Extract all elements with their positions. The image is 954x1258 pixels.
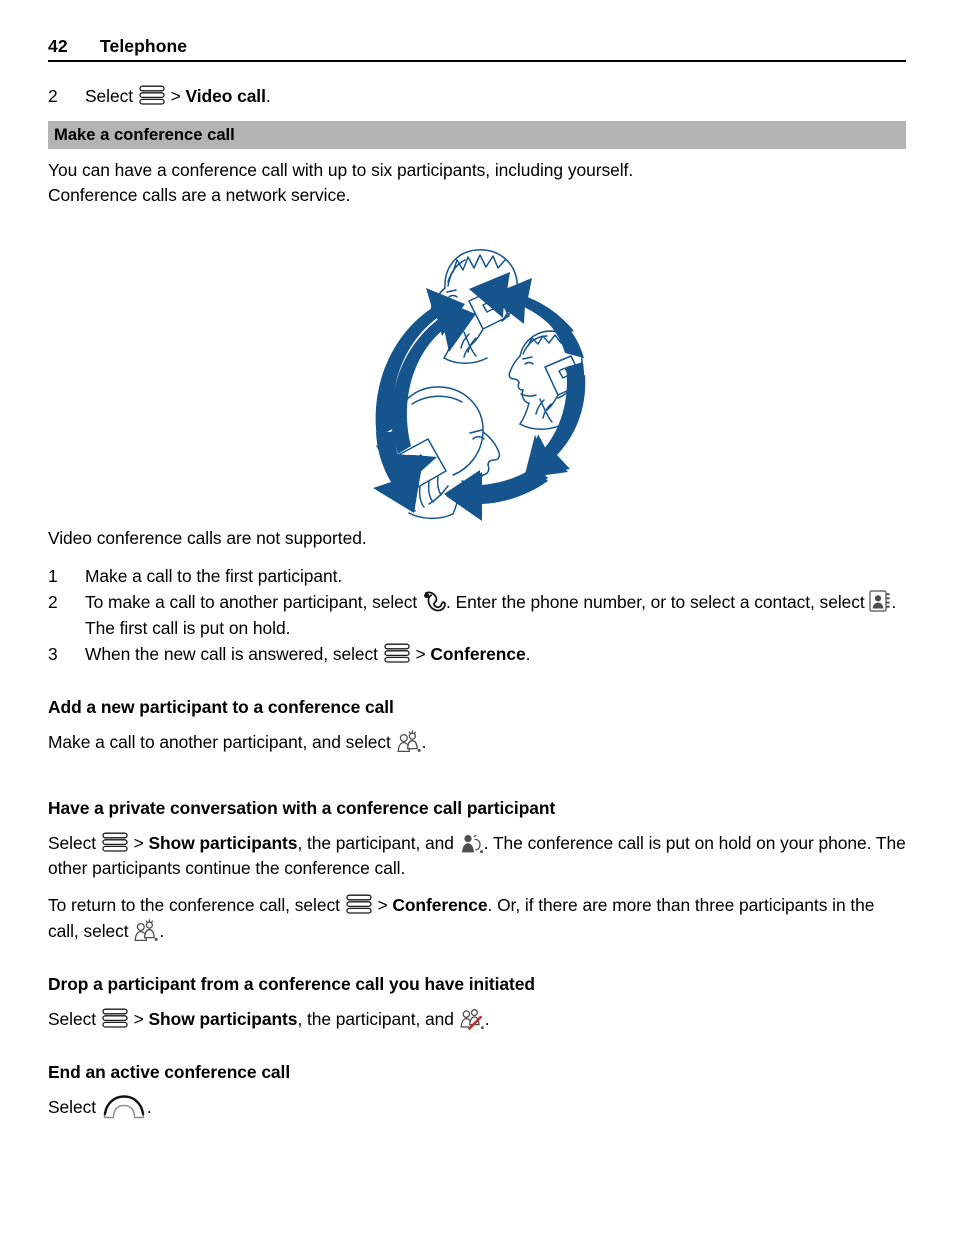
step-text-part-3: .	[525, 644, 531, 664]
contact-card-icon[interactable]	[869, 589, 891, 613]
step-video-call: 2 Select > Video call.	[48, 83, 906, 109]
menu-icon[interactable]	[138, 84, 166, 106]
section-heading-private-conversation: Have a private conversation with a confe…	[48, 798, 556, 818]
step-text: Select > Video call.	[85, 83, 906, 109]
document-page: 42 Telephone 2 Select > Video call. Make…	[48, 0, 906, 1258]
drop-participant-icon[interactable]	[459, 1006, 485, 1031]
step-text-tail: .	[265, 86, 271, 106]
step-text-bold: Conference	[430, 644, 526, 664]
add-participant-instruction: Make a call to another participant, and …	[48, 729, 906, 755]
para-part-1: Select	[48, 833, 101, 853]
instruction-bold-1: Show participants	[148, 1009, 298, 1029]
step-number: 2	[48, 592, 58, 612]
step-text: Make a call to the first participant.	[85, 566, 343, 586]
para-part-2: >	[128, 833, 149, 853]
conference-steps-list: 1 Make a call to the first participant. …	[48, 563, 906, 667]
step-2: 2 To make a call to another participant,…	[48, 589, 906, 641]
step-3: 3 When the new call is answered, select …	[48, 641, 906, 667]
section-heading-make-conference: Make a conference call	[48, 121, 906, 149]
step-text-sep: >	[165, 86, 186, 106]
instruction-part-1: Select	[48, 1097, 101, 1117]
menu-icon[interactable]	[101, 1007, 129, 1029]
step-number: 3	[48, 644, 58, 664]
step-text-part-2: >	[410, 644, 431, 664]
end-call-instruction: Select .	[48, 1094, 906, 1120]
instruction-part-1: Make a call to another participant, and …	[48, 732, 396, 752]
note-video-conference: Video conference calls are not supported…	[48, 528, 367, 548]
step-number: 2	[48, 86, 58, 106]
instruction-part-2: .	[421, 732, 427, 752]
section-heading-add-participant: Add a new participant to a conference ca…	[48, 697, 394, 717]
chapter-title: Telephone	[100, 36, 188, 56]
para-part-2: >	[372, 895, 393, 915]
step-text: To make a call to another participant, s…	[85, 589, 906, 641]
add-participant-icon[interactable]	[396, 729, 422, 754]
section-heading-drop-participant: Drop a participant from a conference cal…	[48, 974, 535, 994]
intro-line-2: Conference calls are a network service.	[48, 185, 351, 205]
conference-illustration-svg	[373, 249, 586, 521]
para-bold-1: Conference	[392, 895, 488, 915]
step-text: When the new call is answered, select > …	[85, 641, 906, 667]
conference-call-illustration	[48, 226, 906, 526]
call-handset-icon[interactable]	[422, 590, 446, 613]
step-1: 1 Make a call to the first participant.	[48, 563, 906, 589]
section-heading-end-call: End an active conference call	[48, 1062, 291, 1082]
intro-paragraph: You can have a conference call with up t…	[48, 158, 906, 208]
step-text-part-1: When the new call is answered, select	[85, 644, 383, 664]
menu-icon[interactable]	[345, 893, 373, 915]
private-conversation-paragraph-2: To return to the conference call, select…	[48, 893, 906, 944]
instruction-part-2: .	[146, 1097, 152, 1117]
end-call-icon[interactable]	[101, 1094, 147, 1120]
step-text-pre: Select	[85, 86, 138, 106]
step-text-part-1: To make a call to another participant, s…	[85, 592, 422, 612]
instruction-part-1: Select	[48, 1009, 101, 1029]
menu-icon[interactable]	[383, 642, 411, 664]
instruction-part-4: .	[484, 1009, 490, 1029]
step-text-bold: Video call	[185, 86, 266, 106]
instruction-part-2: >	[128, 1009, 149, 1029]
para-part-1: To return to the conference call, select	[48, 895, 345, 915]
menu-icon[interactable]	[101, 831, 129, 853]
add-participant-icon[interactable]	[133, 918, 159, 943]
drop-participant-instruction: Select > Show participants, the particip…	[48, 1006, 906, 1032]
para-bold-1: Show participants	[148, 833, 298, 853]
para-part-3: , the participant, and	[297, 833, 459, 853]
page-number: 42	[48, 36, 68, 56]
instruction-part-3: , the participant, and	[297, 1009, 459, 1029]
page-header: 42 Telephone	[48, 0, 906, 62]
para-part-4: .	[159, 921, 165, 941]
step-text-part-2: . Enter the phone number, or to select a…	[446, 592, 870, 612]
private-conversation-paragraph-1: Select > Show participants, the particip…	[48, 830, 906, 881]
private-call-icon[interactable]	[459, 830, 484, 855]
intro-line-1: You can have a conference call with up t…	[48, 160, 634, 180]
step-number: 1	[48, 566, 58, 586]
